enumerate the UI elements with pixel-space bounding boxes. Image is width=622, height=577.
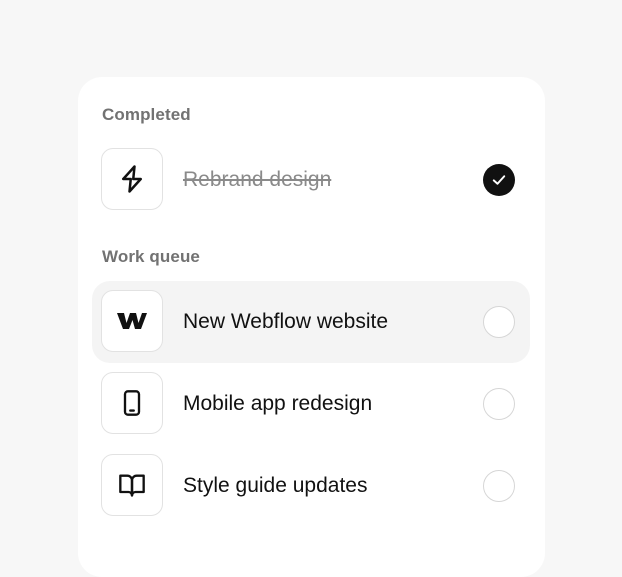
task-label: New Webflow website [183,310,389,333]
mobile-phone-icon [123,390,141,416]
open-book-icon [119,474,145,497]
task-checkbox[interactable] [483,306,515,338]
task-row-mobile-app-redesign[interactable]: Mobile app redesign [92,363,530,445]
task-checkbox[interactable] [483,470,515,502]
task-card: Completed Rebrand design Work queue New … [78,77,545,577]
task-icon-box [101,372,163,434]
task-checkbox[interactable] [483,388,515,420]
task-row-rebrand-design[interactable]: Rebrand design [92,139,530,221]
task-icon-box [101,290,163,352]
section-title-completed: Completed [102,105,191,124]
task-label: Rebrand design [183,168,332,191]
task-checkbox-checked[interactable] [483,164,515,196]
webflow-logo-icon [117,313,147,329]
checkmark-icon [492,175,506,185]
task-row-new-webflow-website[interactable]: New Webflow website [92,281,530,363]
task-label: Mobile app redesign [183,392,373,415]
task-label: Style guide updates [183,474,368,497]
section-title-work-queue: Work queue [102,247,200,266]
task-icon-box [101,454,163,516]
task-row-style-guide-updates[interactable]: Style guide updates [92,445,530,527]
task-icon-box [101,148,163,210]
lightning-bolt-icon [122,165,142,193]
